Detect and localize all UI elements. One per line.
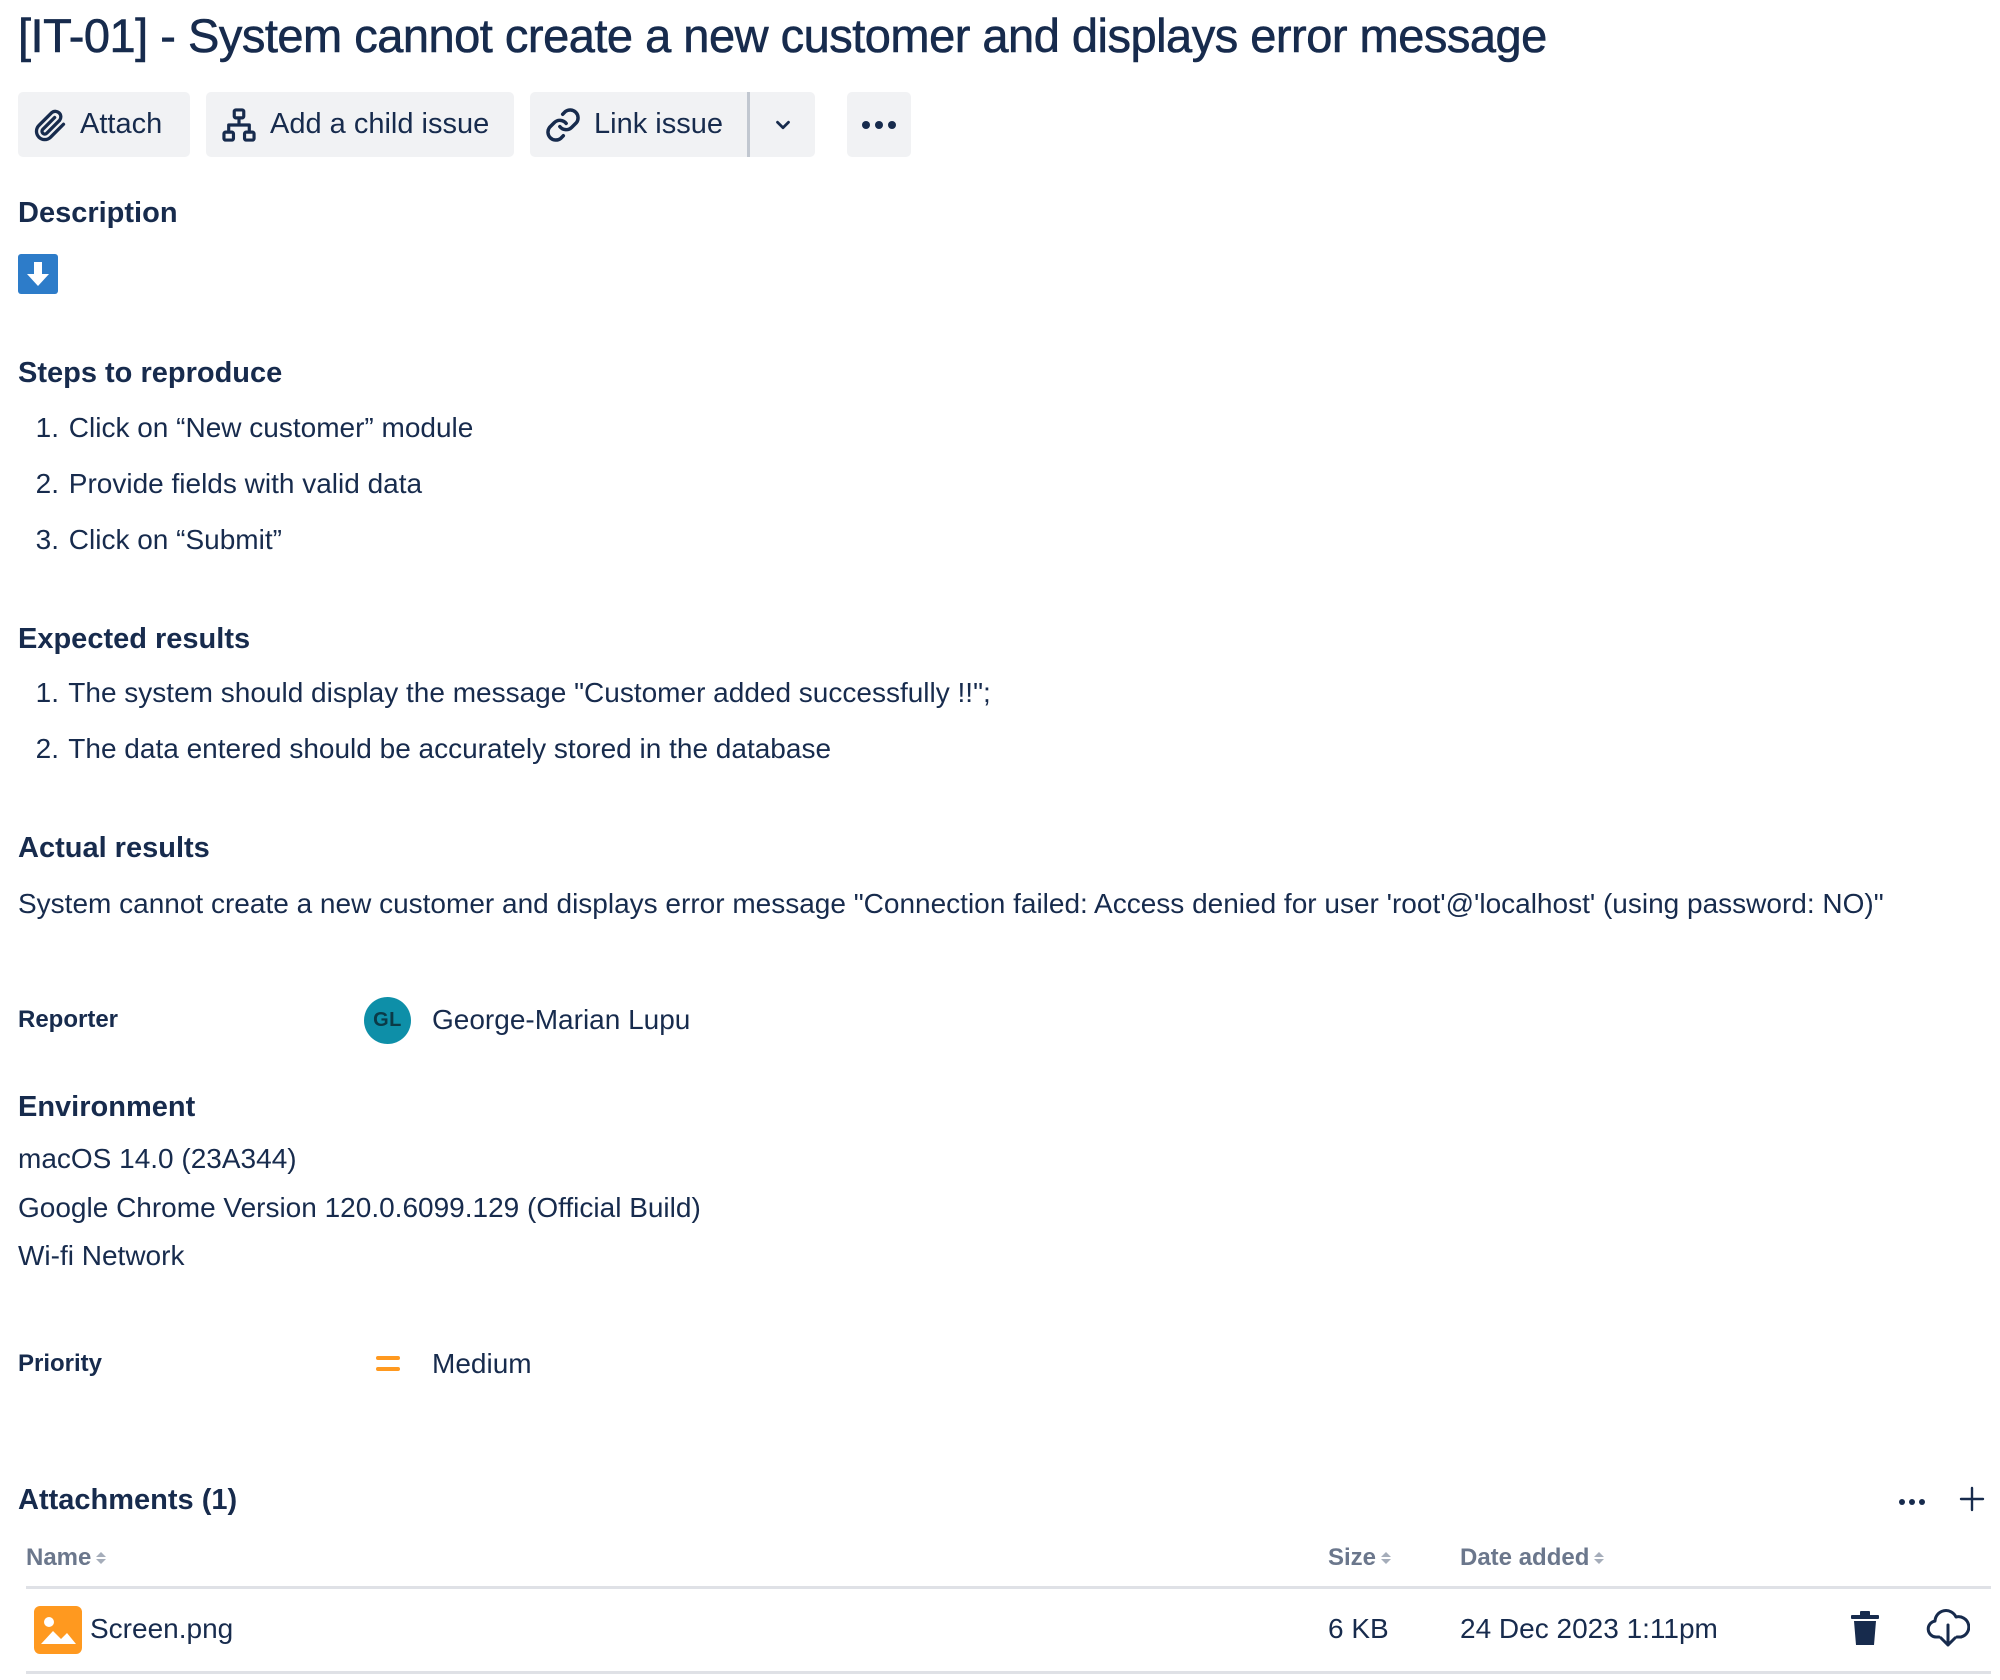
column-header-size[interactable]: Size: [1328, 1544, 1392, 1572]
attach-button[interactable]: Attach: [18, 92, 190, 157]
priority-label: Priority: [18, 1350, 103, 1377]
more-icon: [862, 120, 896, 129]
attachments-more-button[interactable]: [1897, 1494, 1927, 1512]
expected-heading: Expected results: [18, 623, 251, 655]
column-header-name[interactable]: Name: [26, 1544, 107, 1572]
issue-title[interactable]: [IT-01] - System cannot create a new cus…: [18, 8, 1548, 63]
add-attachment-button[interactable]: [1959, 1486, 1985, 1517]
add-child-issue-button[interactable]: Add a child issue: [206, 92, 514, 157]
trash-icon: [1851, 1611, 1879, 1645]
environment-line: Google Chrome Version 120.0.6099.129 (Of…: [18, 1192, 701, 1223]
environment-heading: Environment: [18, 1091, 196, 1123]
add-child-issue-label: Add a child issue: [270, 108, 490, 140]
more-actions-button[interactable]: [847, 92, 911, 157]
attachment-size: 6 KB: [1328, 1613, 1389, 1644]
steps-heading: Steps to reproduce: [18, 357, 283, 389]
table-row[interactable]: Screen.png 6 KB 24 Dec 2023 1:11pm: [26, 1589, 1991, 1671]
hierarchy-icon: [222, 107, 256, 142]
sort-icon: [1381, 1552, 1392, 1564]
column-header-date[interactable]: Date added: [1460, 1544, 1605, 1572]
list-item: 1. Click on “New customer” module: [35, 412, 474, 443]
image-file-icon: [34, 1606, 82, 1654]
delete-attachment-button[interactable]: [1848, 1609, 1882, 1652]
reporter-name[interactable]: George-Marian Lupu: [432, 1004, 690, 1036]
actual-results-text: System cannot create a new customer and …: [18, 888, 1884, 919]
sort-icon: [1594, 1552, 1605, 1564]
chevron-down-icon: [775, 120, 790, 129]
list-item: 3. Click on “Submit”: [35, 524, 282, 555]
paperclip-icon: [34, 109, 66, 141]
list-item: 2. The data entered should be accurately…: [35, 733, 832, 764]
arrow-down-icon: [27, 262, 49, 286]
description-badge: [18, 254, 58, 294]
list-item: 1. The system should display the message…: [35, 677, 991, 708]
description-heading: Description: [18, 197, 178, 229]
reporter-label: Reporter: [18, 1006, 119, 1033]
table-bottom-divider: [26, 1671, 1991, 1674]
plus-icon: [1959, 1486, 1985, 1512]
priority-medium-icon: [375, 1352, 401, 1381]
link-icon: [546, 107, 580, 142]
download-attachment-button[interactable]: [1926, 1607, 1971, 1654]
more-icon: [1899, 1499, 1925, 1505]
environment-line: Wi-fi Network: [18, 1240, 185, 1271]
environment-line: macOS 14.0 (23A344): [18, 1143, 297, 1174]
avatar[interactable]: GL: [364, 997, 411, 1044]
link-issue-label: Link issue: [594, 108, 723, 140]
attachment-name[interactable]: Screen.png: [90, 1613, 233, 1645]
attach-label: Attach: [80, 108, 163, 140]
sort-icon: [96, 1552, 107, 1564]
attachment-date: 24 Dec 2023 1:11pm: [1460, 1613, 1718, 1644]
attachments-heading: Attachments (1): [18, 1484, 238, 1516]
link-issue-button[interactable]: Link issue: [530, 92, 750, 157]
cloud-download-icon: [1926, 1609, 1971, 1647]
link-issue-dropdown-button[interactable]: [750, 92, 815, 157]
priority-value[interactable]: Medium: [432, 1348, 532, 1380]
actual-heading: Actual results: [18, 832, 210, 864]
list-item: 2. Provide fields with valid data: [35, 468, 423, 499]
